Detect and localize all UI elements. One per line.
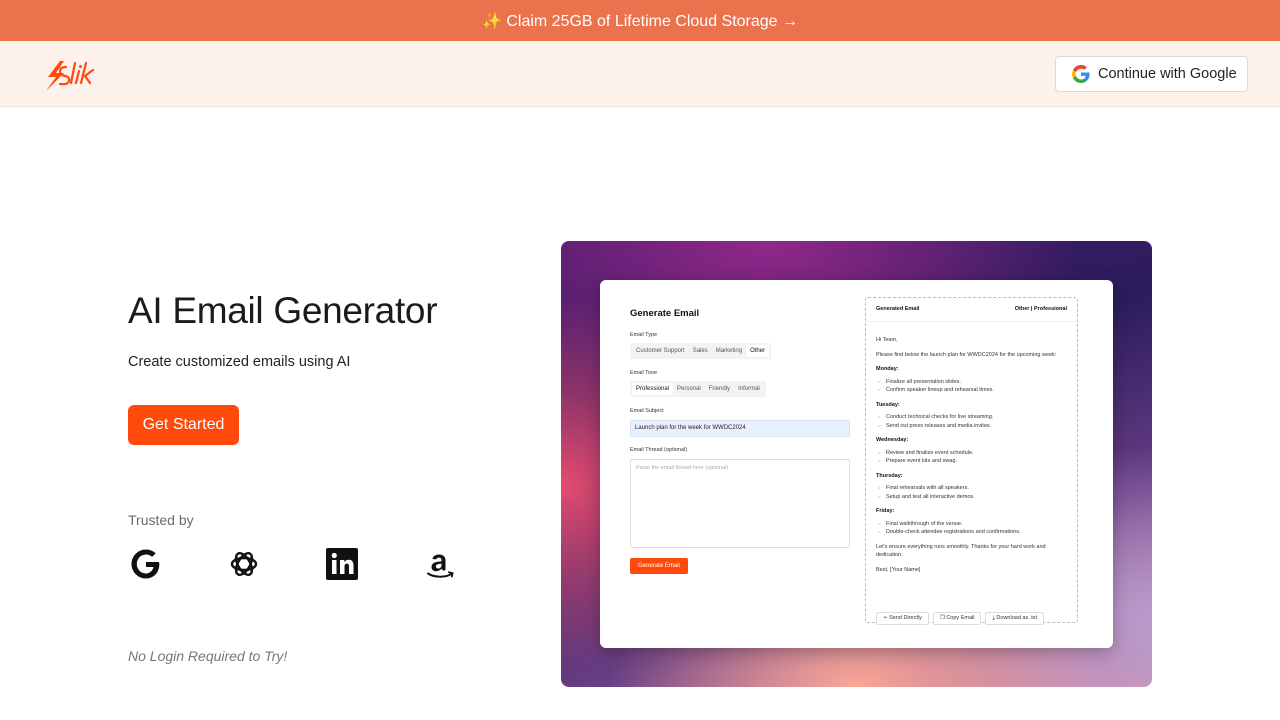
day-list: Final rehearsals with all speakers. Setu… xyxy=(876,484,1071,501)
download-txt-button[interactable]: ⤓ Download as .txt xyxy=(985,612,1045,625)
generated-email-panel: Generated Email Other | Professional Hi … xyxy=(865,297,1078,625)
copy-email-label: Copy Email xyxy=(946,615,975,621)
amazon-logo-icon xyxy=(427,554,454,578)
download-txt-label: Download as .txt xyxy=(996,615,1038,621)
list-item: Final rehearsals with all speakers. xyxy=(878,484,1071,493)
day-heading: Friday: xyxy=(876,508,895,514)
list-item: Final walkthrough of the venue. xyxy=(878,520,1071,529)
product-showcase: Generate Email Email Type Customer Suppo… xyxy=(561,241,1152,687)
day-heading: Thursday: xyxy=(876,472,903,479)
send-directly-label: Send Directly xyxy=(889,615,922,621)
chip-professional[interactable]: Professional xyxy=(632,383,674,395)
copy-email-button[interactable]: ❐ Copy Email xyxy=(932,612,982,625)
email-type-selector: Customer Support Sales Marketing Other xyxy=(630,343,772,359)
get-started-button[interactable]: Get Started xyxy=(128,405,239,445)
generated-email-body: Hi Team, Please find below the launch pl… xyxy=(876,336,1071,580)
generated-email-title: Generated Email xyxy=(876,306,920,312)
day-list: Review and finalize event schedule. Prep… xyxy=(876,449,1071,466)
openai-logo-icon xyxy=(230,551,258,577)
chip-informal[interactable]: Informal xyxy=(734,383,764,395)
list-item: Review and finalize event schedule. xyxy=(878,449,1071,458)
top-bar: Continue with Google xyxy=(0,41,1280,107)
email-greeting: Hi Team, xyxy=(876,337,898,343)
day-list: Finalize all presentation slides. Confir… xyxy=(876,378,1071,395)
page-title: AI Email Generator xyxy=(128,290,438,331)
promo-banner[interactable]: ✨ Claim 25GB of Lifetime Cloud Storage → xyxy=(0,0,1280,41)
list-item: Double-check attendee registrations and … xyxy=(878,528,1071,537)
hero-subtitle: Create customized emails using AI xyxy=(128,354,351,370)
email-subject-label: Email Subject xyxy=(630,408,664,414)
day-heading: Tuesday: xyxy=(876,401,900,408)
continue-with-google-button[interactable]: Continue with Google xyxy=(1055,56,1248,92)
generate-email-button[interactable]: Generate Email xyxy=(630,558,688,574)
email-intro: Please find below the launch plan for WW… xyxy=(876,351,1057,358)
generated-email-header: Generated Email Other | Professional xyxy=(866,298,1077,322)
email-subject-input[interactable]: Launch plan for the week for WWDC2024 xyxy=(630,420,850,437)
list-item: Prepare event kits and swag. xyxy=(878,457,1071,466)
email-closing: Let's ensure everything runs smoothly. T… xyxy=(876,543,1046,559)
chip-customer-support[interactable]: Customer Support xyxy=(632,345,689,357)
chip-other[interactable]: Other xyxy=(746,345,770,357)
email-thread-label: Email Thread (optional) xyxy=(630,447,688,453)
day-heading: Wednesday: xyxy=(876,437,909,443)
list-item: Confirm speaker lineup and rehearsal tim… xyxy=(878,386,1071,395)
email-signature: Best, [Your Name] xyxy=(876,566,921,573)
chip-personal[interactable]: Personal xyxy=(673,383,705,395)
trusted-by-label: Trusted by xyxy=(128,512,194,528)
email-tone-label: Email Tone xyxy=(630,370,658,376)
email-tone-selector: Professional Personal Friendly Informal xyxy=(630,381,766,397)
day-list: Final walkthrough of the venue. Double-c… xyxy=(876,520,1071,537)
generated-email-meta: Other | Professional xyxy=(1014,306,1067,312)
list-item: Finalize all presentation slides. xyxy=(878,378,1071,387)
list-item: Conduct technical checks for live stream… xyxy=(878,413,1071,422)
no-login-note: No Login Required to Try! xyxy=(128,648,288,664)
send-directly-button[interactable]: ➢ Send Directly xyxy=(876,612,929,625)
day-heading: Monday: xyxy=(876,366,899,372)
email-generator-card: Generate Email Email Type Customer Suppo… xyxy=(600,280,1113,648)
linkedin-logo-icon xyxy=(326,548,358,580)
day-list: Conduct technical checks for live stream… xyxy=(876,413,1071,430)
google-logo-icon xyxy=(131,549,160,579)
chip-friendly[interactable]: Friendly xyxy=(705,383,734,395)
slik-logo[interactable] xyxy=(44,57,104,93)
google-button-label: Continue with Google xyxy=(1098,66,1237,82)
generated-email-actions: ➢ Send Directly ❐ Copy Email ⤓ Download … xyxy=(876,612,1045,625)
list-item: Setup and test all interactive demos. xyxy=(878,493,1071,502)
chip-sales[interactable]: Sales xyxy=(689,345,712,357)
google-icon xyxy=(1072,65,1090,83)
email-thread-input[interactable]: Paste the email thread here (optional) xyxy=(630,459,850,548)
chip-marketing[interactable]: Marketing xyxy=(712,345,746,357)
list-item: Send out press releases and media invite… xyxy=(878,422,1071,431)
email-type-label: Email Type xyxy=(630,332,658,338)
generate-email-title: Generate Email xyxy=(630,308,700,319)
